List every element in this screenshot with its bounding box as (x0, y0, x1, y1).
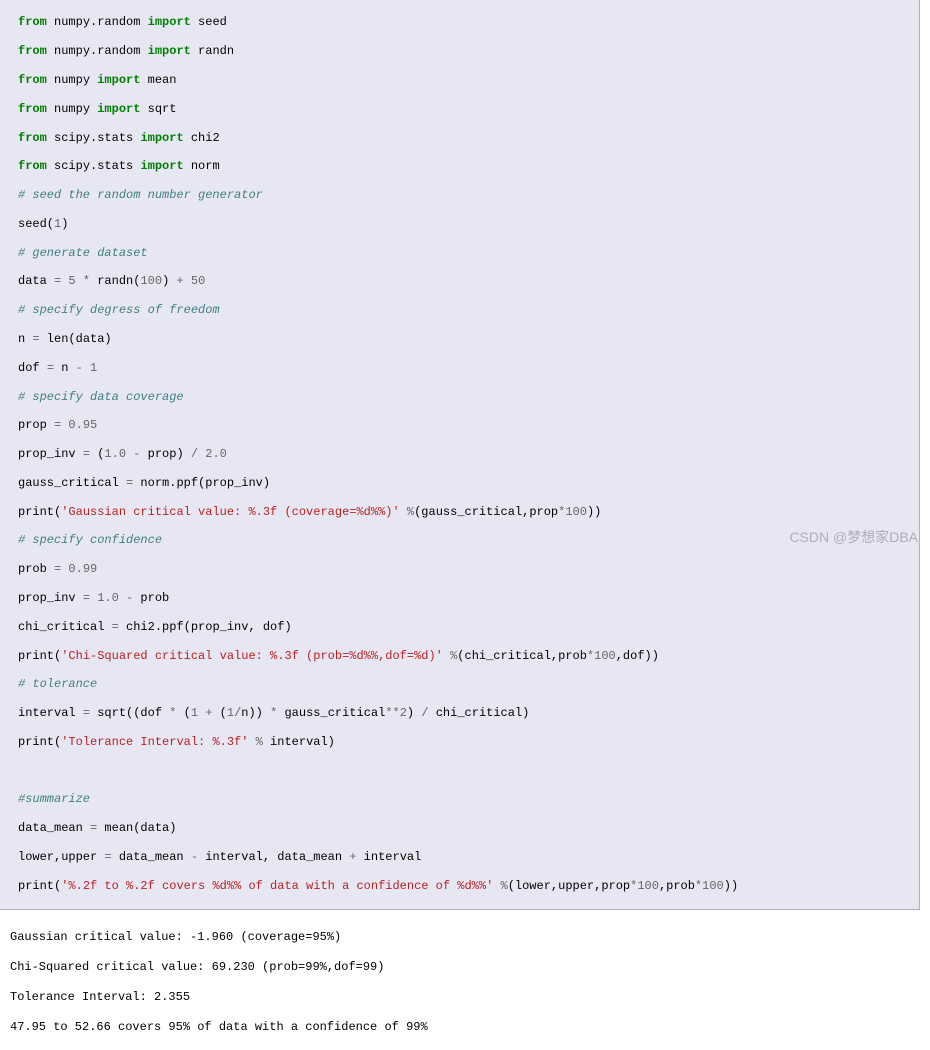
code-line: prob = 0.99 (18, 562, 919, 576)
code-line: from numpy import mean (18, 73, 919, 87)
code-line: from scipy.stats import norm (18, 159, 919, 173)
code-line: from numpy.random import seed (18, 15, 919, 29)
code-line: data_mean = mean(data) (18, 821, 919, 835)
code-line: # seed the random number generator (18, 188, 919, 202)
output-line: Gaussian critical value: -1.960 (coverag… (10, 930, 930, 945)
code-line: print('Gaussian critical value: %.3f (co… (18, 505, 919, 519)
code-line (18, 764, 919, 778)
code-line: interval = sqrt((dof * (1 + (1/n)) * gau… (18, 706, 919, 720)
code-line: gauss_critical = norm.ppf(prop_inv) (18, 476, 919, 490)
output-block: Gaussian critical value: -1.960 (coverag… (0, 910, 930, 1050)
code-line: from numpy import sqrt (18, 102, 919, 116)
code-line: # tolerance (18, 677, 919, 691)
code-line: # specify data coverage (18, 390, 919, 404)
code-block: from numpy.random import seed from numpy… (0, 0, 920, 910)
code-line: from scipy.stats import chi2 (18, 131, 919, 145)
output-line: Tolerance Interval: 2.355 (10, 990, 930, 1005)
code-line: prop = 0.95 (18, 418, 919, 432)
code-line: seed(1) (18, 217, 919, 231)
code-line: lower,upper = data_mean - interval, data… (18, 850, 919, 864)
code-line: data = 5 * randn(100) + 50 (18, 274, 919, 288)
code-line: print('Tolerance Interval: %.3f' % inter… (18, 735, 919, 749)
code-line: # specify degress of freedom (18, 303, 919, 317)
code-line: chi_critical = chi2.ppf(prop_inv, dof) (18, 620, 919, 634)
code-line: print('%.2f to %.2f covers %d%% of data … (18, 879, 919, 893)
code-line: prop_inv = (1.0 - prop) / 2.0 (18, 447, 919, 461)
code-line: prop_inv = 1.0 - prob (18, 591, 919, 605)
output-line: Chi-Squared critical value: 69.230 (prob… (10, 960, 930, 975)
code-line: # specify confidence (18, 533, 919, 547)
code-line: dof = n - 1 (18, 361, 919, 375)
code-line: # generate dataset (18, 246, 919, 260)
code-line: #summarize (18, 792, 919, 806)
code-line: from numpy.random import randn (18, 44, 919, 58)
code-line: print('Chi-Squared critical value: %.3f … (18, 649, 919, 663)
output-line: 47.95 to 52.66 covers 95% of data with a… (10, 1020, 930, 1035)
code-line: n = len(data) (18, 332, 919, 346)
